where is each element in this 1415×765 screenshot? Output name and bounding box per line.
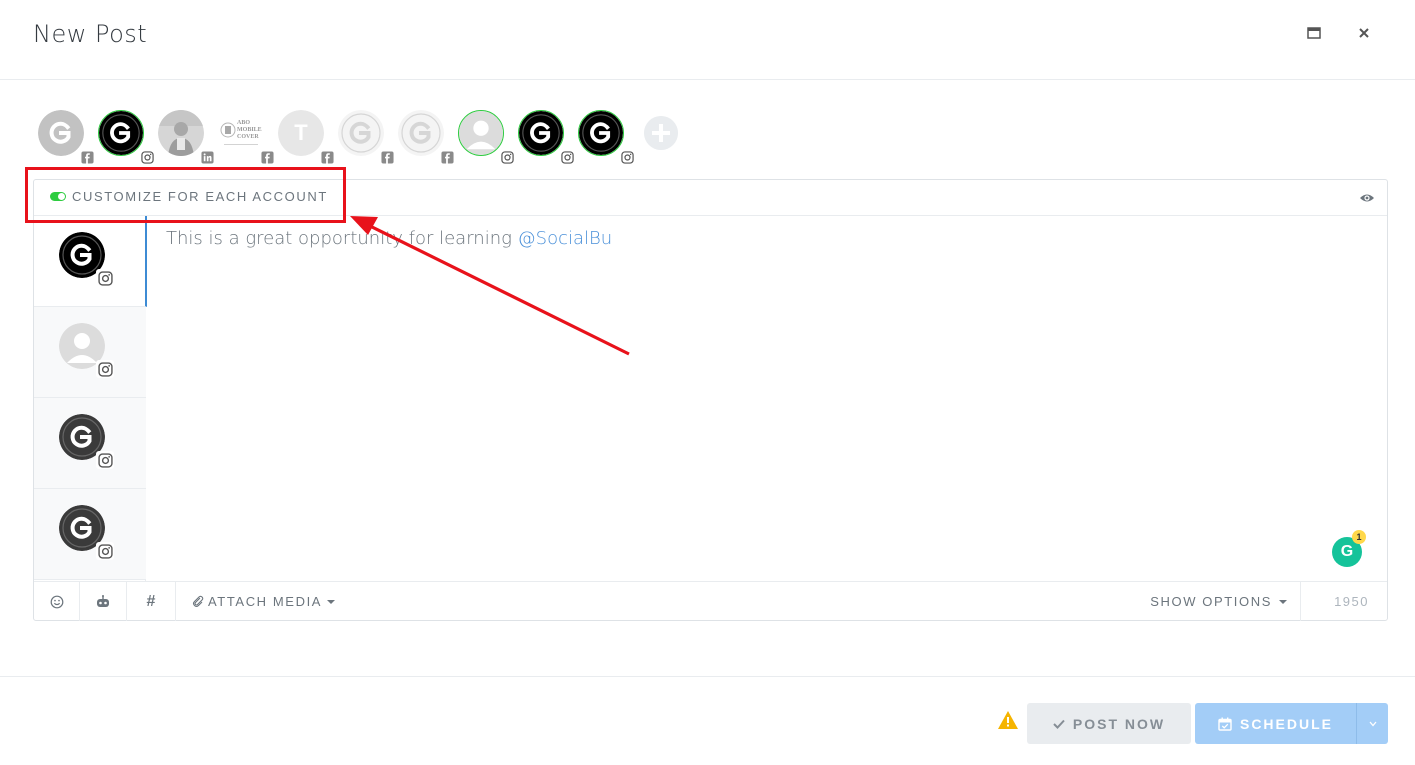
plus-icon xyxy=(644,116,678,150)
account-3[interactable] xyxy=(158,110,214,164)
facebook-icon xyxy=(320,150,334,164)
maximize-icon[interactable] xyxy=(1303,22,1325,44)
instagram-icon xyxy=(500,150,514,164)
modal-title: New Post xyxy=(33,20,148,48)
account-avatar xyxy=(158,110,204,156)
account-customize-list xyxy=(34,216,147,581)
robot-icon xyxy=(97,594,109,607)
account-4[interactable]: ABO MOBILE COVER xyxy=(218,110,274,164)
instagram-icon xyxy=(560,150,574,164)
account-avatar xyxy=(578,110,624,156)
emoji-button[interactable] xyxy=(34,582,80,621)
close-icon[interactable] xyxy=(1353,22,1375,44)
instagram-icon xyxy=(620,150,634,164)
modal-footer: POST NOW SCHEDULE xyxy=(0,676,1415,765)
linkedin-icon xyxy=(200,150,214,164)
side-account-item[interactable] xyxy=(34,307,146,398)
show-options-button[interactable]: SHOW OPTIONS xyxy=(1150,582,1301,621)
account-avatar: T xyxy=(278,110,324,156)
account-avatar: ABO MOBILE COVER xyxy=(218,110,264,156)
mention-link[interactable]: @SocialBu xyxy=(518,228,613,249)
instagram-icon xyxy=(96,269,114,287)
hashtag-icon[interactable]: # xyxy=(127,582,176,621)
facebook-icon xyxy=(380,150,394,164)
attach-media-button[interactable]: ATTACH MEDIA xyxy=(176,582,356,621)
schedule-dropdown-toggle[interactable] xyxy=(1356,703,1388,744)
post-text-editor[interactable]: This is a great opportunity for learning… xyxy=(166,228,612,249)
account-5[interactable]: T xyxy=(278,110,334,164)
schedule-label: SCHEDULE xyxy=(1239,715,1333,732)
check-icon xyxy=(1053,719,1065,729)
account-8[interactable] xyxy=(458,110,514,164)
post-text: This is a great opportunity for learning xyxy=(166,228,518,249)
account-avatar xyxy=(518,110,564,156)
grammarly-icon[interactable]: G 1 xyxy=(1332,530,1366,567)
svg-text:ABO: ABO xyxy=(237,120,250,126)
grammarly-count-badge: 1 xyxy=(1352,530,1366,544)
chevron-down-icon xyxy=(1369,721,1376,726)
eye-icon[interactable] xyxy=(1359,190,1375,206)
svg-text:MOBILE: MOBILE xyxy=(237,127,262,133)
attach-media-label: ATTACH MEDIA xyxy=(208,594,323,609)
annotation-highlight-box xyxy=(25,167,346,223)
account-1[interactable] xyxy=(38,110,94,164)
account-avatar xyxy=(398,110,444,156)
instagram-icon xyxy=(140,150,154,164)
svg-text:COVER: COVER xyxy=(237,134,259,140)
caret-down-icon xyxy=(1279,599,1287,604)
show-options-label: SHOW OPTIONS xyxy=(1150,594,1272,609)
account-6[interactable] xyxy=(338,110,394,164)
account-10[interactable] xyxy=(578,110,634,164)
ai-bot-button[interactable] xyxy=(80,582,127,621)
post-now-label: POST NOW xyxy=(1072,715,1166,732)
calendar-check-icon xyxy=(1218,717,1232,731)
schedule-button[interactable]: SCHEDULE xyxy=(1195,703,1356,744)
side-account-item[interactable] xyxy=(34,398,146,489)
side-account-item[interactable] xyxy=(34,489,146,580)
post-now-button[interactable]: POST NOW xyxy=(1027,703,1191,744)
account-avatar xyxy=(98,110,144,156)
svg-text:T: T xyxy=(294,120,308,145)
account-2[interactable] xyxy=(98,110,154,164)
account-7[interactable] xyxy=(398,110,454,164)
account-avatar xyxy=(458,110,504,156)
side-account-item[interactable] xyxy=(34,216,147,307)
add-account-button[interactable] xyxy=(638,110,686,158)
facebook-icon xyxy=(80,150,94,164)
paperclip-icon xyxy=(192,595,204,608)
instagram-icon xyxy=(96,542,114,560)
instagram-icon xyxy=(96,451,114,469)
facebook-icon xyxy=(260,150,274,164)
account-avatar xyxy=(38,110,84,156)
editor-toolbar: # ATTACH MEDIA SHOW OPTIONS 1950 xyxy=(34,581,1387,621)
facebook-icon xyxy=(440,150,454,164)
caret-down-icon xyxy=(327,599,336,604)
account-avatar xyxy=(338,110,384,156)
character-count: 1950 xyxy=(1334,594,1369,609)
post-editor-card: CUSTOMIZE FOR EACH ACCOUNT This is a gre… xyxy=(33,179,1388,621)
account-9[interactable] xyxy=(518,110,574,164)
instagram-icon xyxy=(96,360,114,378)
warning-icon[interactable] xyxy=(997,710,1019,730)
smiley-icon xyxy=(50,595,63,608)
modal-header: New Post xyxy=(0,0,1415,80)
new-post-modal: New Post ABO MOBILE COVER T CUSTOMIZE FOR E… xyxy=(0,0,1415,765)
